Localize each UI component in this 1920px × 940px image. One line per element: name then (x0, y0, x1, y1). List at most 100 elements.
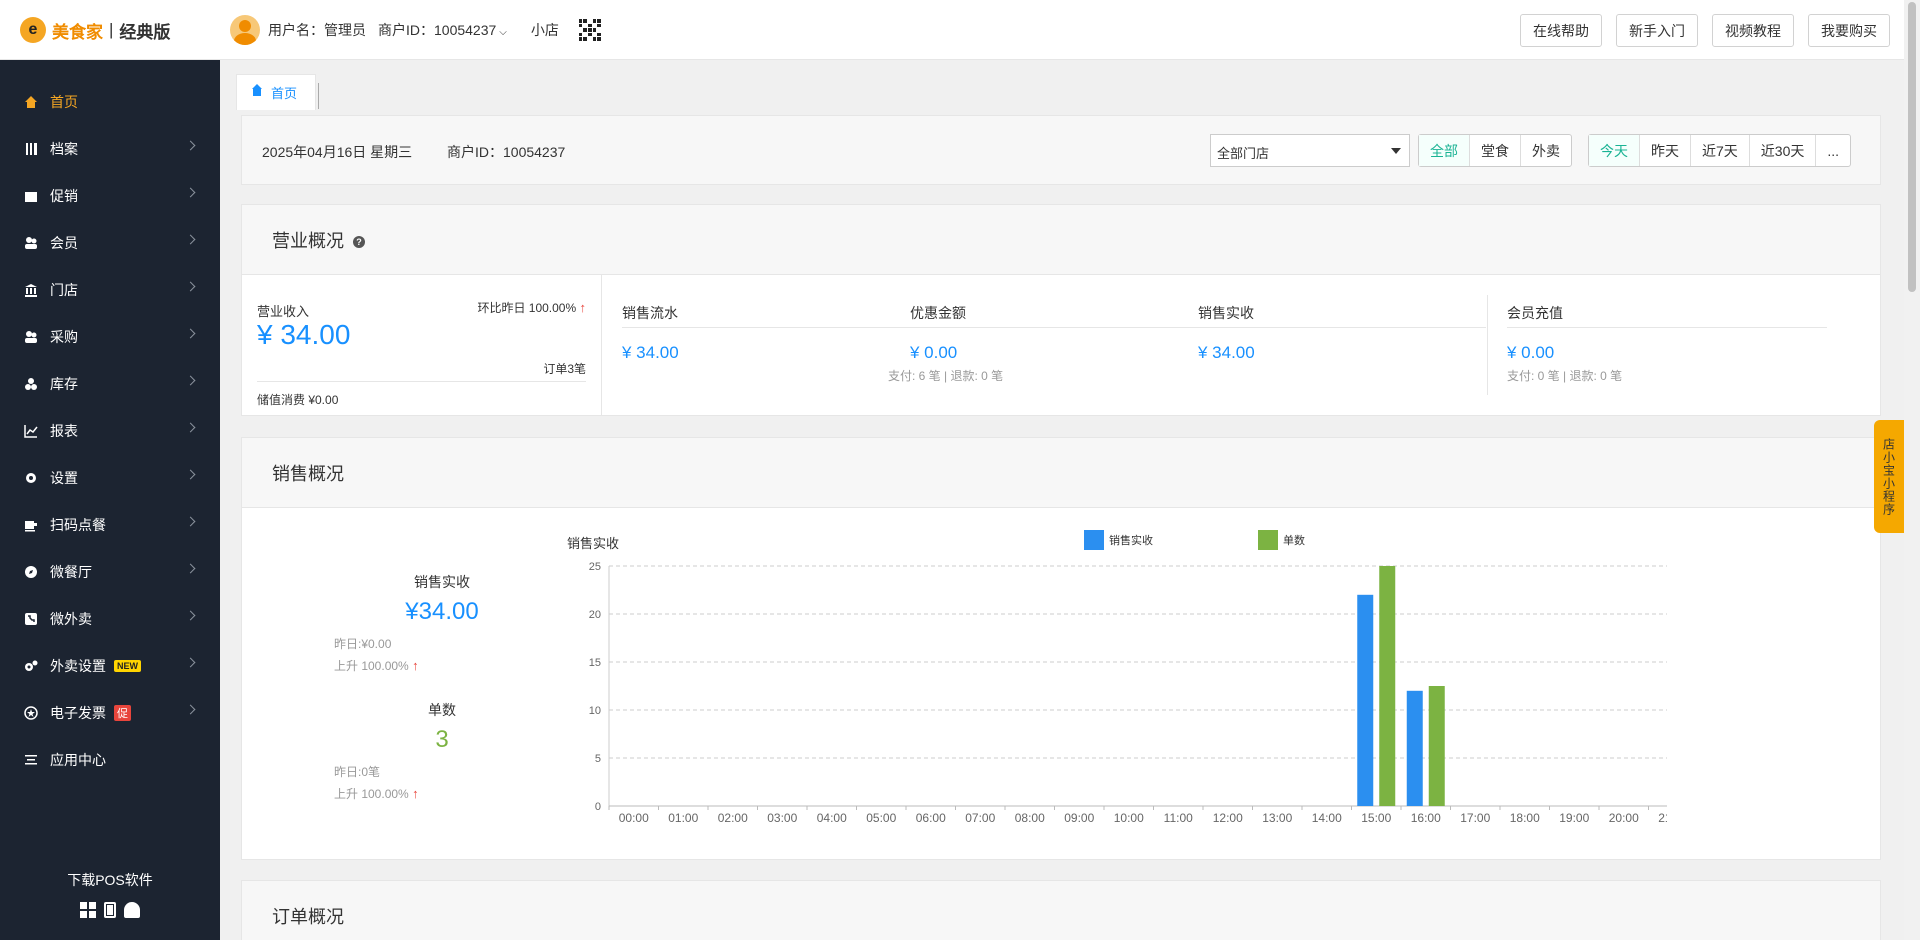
sidebar-item-3[interactable]: 会员 (0, 219, 220, 266)
bank-icon (24, 283, 38, 297)
scrollbar-thumb[interactable] (1908, 2, 1916, 292)
sidebar-item-14[interactable]: 应用中心 (0, 736, 220, 783)
video-tutorial-button[interactable]: 视频教程 (1712, 14, 1794, 47)
chevron-right-icon (185, 563, 196, 574)
utensils-icon (24, 142, 38, 156)
sidebar-item-12[interactable]: 外卖设置 NEW (0, 642, 220, 689)
tab-home[interactable]: 首页 (236, 74, 320, 110)
logo-icon: e (20, 17, 46, 43)
x-tick-label: 15:00 (1361, 811, 1391, 825)
sidebar-item-9[interactable]: 扫码点餐 (0, 501, 220, 548)
channel-takeout-button[interactable]: 外卖 (1520, 135, 1571, 166)
legend-label: 单数 (1283, 534, 1305, 547)
current-date: 2025年04月16日 星期三 (262, 144, 413, 160)
sidebar-item-4[interactable]: 门店 (0, 266, 220, 313)
sidebar-item-badge: NEW (114, 659, 141, 672)
period-today-button[interactable]: 今天 (1589, 135, 1639, 166)
chevron-right-icon (185, 516, 196, 527)
sidebar-item-6[interactable]: 库存 (0, 360, 220, 407)
tablet-icon[interactable] (104, 902, 116, 918)
chevron-right-icon (185, 187, 196, 198)
tab-home-label: 首页 (271, 86, 298, 101)
username: 用户名：管理员 (268, 22, 366, 38)
stored-value-consumption: 储值消费 ¥0.00 (257, 393, 339, 407)
sidebar-item-label: 扫码点餐 (50, 516, 106, 533)
sidebar-item-10[interactable]: 微餐厅 (0, 548, 220, 595)
header-buttons: 在线帮助 新手入门 视频教程 我要购买 (1520, 14, 1890, 47)
gift-icon (24, 189, 38, 203)
buy-button[interactable]: 我要购买 (1808, 14, 1890, 47)
tab-strip: 首页 (236, 74, 320, 110)
channel-dinein-button[interactable]: 堂食 (1469, 135, 1520, 166)
beginner-guide-button[interactable]: 新手入门 (1616, 14, 1698, 47)
bar-orders (1428, 686, 1445, 806)
x-tick-label: 14:00 (1312, 811, 1342, 825)
sidebar-item-label: 促销 (50, 187, 78, 204)
recharge-label: 会员充值 (1507, 305, 1563, 321)
legend-swatch (1084, 530, 1104, 550)
gears-icon (24, 659, 38, 673)
sidebar-item-label: 报表 (50, 422, 78, 439)
windows-icon[interactable] (80, 902, 96, 918)
logo-name: 美食家 (52, 22, 103, 42)
app-logo[interactable]: e 美食家 | 经典版 (20, 17, 170, 43)
business-overview-title: 营业概况 (272, 231, 344, 251)
sidebar-item-5[interactable]: 采购 (0, 313, 220, 360)
period-more-button[interactable]: ... (1815, 135, 1850, 166)
sidebar-item-1[interactable]: 档案 (0, 125, 220, 172)
sidebar-item-0[interactable]: 首页 (0, 78, 220, 125)
chevron-right-icon (185, 140, 196, 151)
mini-program-tab[interactable]: 店小宝小程序 (1874, 420, 1904, 533)
sidebar-item-badge: 促 (114, 704, 131, 721)
period-yesterday-button[interactable]: 昨天 (1639, 135, 1690, 166)
chevron-right-icon (185, 657, 196, 668)
download-pos: 下载POS软件 (0, 850, 220, 940)
sidebar-item-8[interactable]: 设置 (0, 454, 220, 501)
compass-icon (24, 565, 38, 579)
income-card: 营业收入 环比昨日 100.00% ↑ ¥ 34.00 订单3笔 储值消费 ¥0… (242, 275, 602, 415)
sidebar-item-2[interactable]: 促销 (0, 172, 220, 219)
sidebar-item-7[interactable]: 报表 (0, 407, 220, 454)
chevron-right-icon (185, 234, 196, 245)
sidebar-item-11[interactable]: 微外卖 (0, 595, 220, 642)
sidebar-item-13[interactable]: 电子发票促 (0, 689, 220, 736)
orders-overview-header: 订单概况 (242, 881, 1880, 940)
download-pos-label[interactable]: 下载POS软件 (0, 870, 220, 890)
income-amount: ¥ 34.00 (257, 319, 351, 350)
order-count-yesterday: 昨日:0笔 (334, 765, 381, 779)
x-tick-label: 12:00 (1213, 811, 1243, 825)
period-30days-button[interactable]: 近30天 (1748, 135, 1816, 166)
android-icon[interactable] (124, 902, 140, 918)
cubes-icon (24, 377, 38, 391)
merchant-dropdown[interactable]: 商户ID：10054237 ⌵ (378, 20, 507, 40)
sidebar-item-label: 微外卖 (50, 610, 92, 627)
ticket-icon (24, 705, 38, 720)
sales-actual-yesterday: 昨日:¥0.00 (334, 637, 392, 651)
sidebar-item-label: 外卖设置 (50, 657, 106, 674)
period-7days-button[interactable]: 近7天 (1690, 135, 1749, 166)
sidebar-item-label: 首页 (50, 93, 78, 110)
legend-swatch (1258, 530, 1278, 550)
x-tick-label: 08:00 (1015, 811, 1045, 825)
filter-merchant-id: 商户ID：10054237 (447, 144, 566, 160)
channel-all-button[interactable]: 全部 (1419, 135, 1469, 166)
y-tick-label: 25 (589, 561, 601, 573)
online-help-button[interactable]: 在线帮助 (1520, 14, 1602, 47)
sales-actual-value: ¥ 34.00 (1198, 343, 1255, 362)
avatar[interactable] (230, 15, 260, 45)
discount-value: ¥ 0.00 (910, 343, 958, 362)
business-overview-panel: 营业概况 ? 营业收入 环比昨日 100.00% ↑ ¥ 34.00 订单3笔 … (241, 204, 1881, 416)
help-icon[interactable]: ? (353, 236, 366, 249)
sales-actual-stat-label: 销售实收 (414, 574, 470, 590)
y-tick-label: 15 (589, 657, 601, 669)
sales-overview-panel: 销售概况 销售实收 ¥34.00 昨日:¥0.00 上升 100.00% ↑ 单… (241, 437, 1881, 860)
income-label: 营业收入 (257, 304, 310, 319)
page-scrollbar[interactable] (1904, 0, 1920, 940)
store-name[interactable]: 小店 (531, 20, 559, 40)
line-chart-icon (24, 424, 38, 438)
bar-sales (1357, 594, 1374, 806)
order-count-stat-label: 单数 (428, 702, 456, 718)
store-select[interactable]: 全部门店 (1210, 134, 1410, 167)
legend-label: 销售实收 (1109, 533, 1153, 547)
qrcode-icon[interactable] (578, 19, 601, 41)
